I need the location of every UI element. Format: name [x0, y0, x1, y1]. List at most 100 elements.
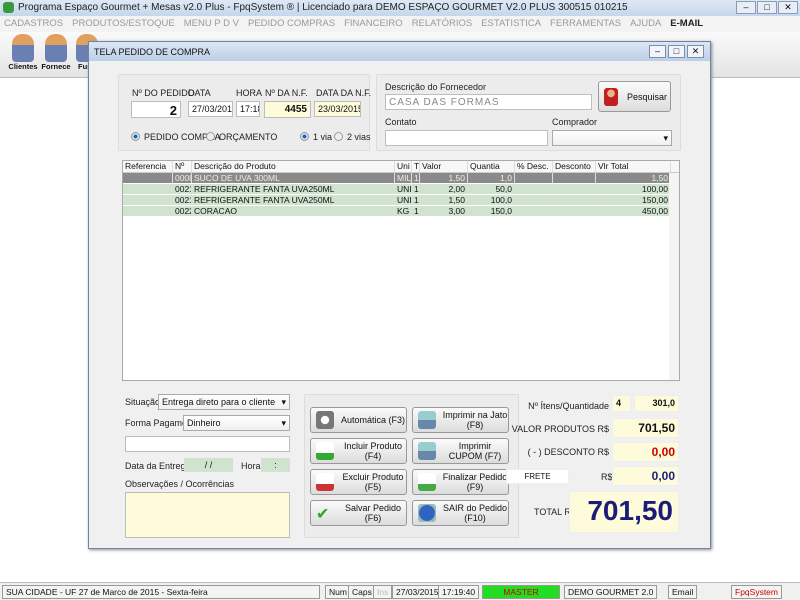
- document-check-icon: [418, 473, 436, 491]
- nf-date-label: DATA DA N.F.: [316, 88, 372, 98]
- date-field[interactable]: 27/03/2015: [188, 101, 233, 117]
- radio-2-vias[interactable]: 2 vias: [334, 132, 371, 142]
- print-cupom-button[interactable]: Imprimir CUPOM (F7): [412, 438, 509, 464]
- printer-icon: [418, 442, 436, 460]
- menu-pedido-compras[interactable]: PEDIDO COMPRAS: [248, 18, 335, 30]
- menu-estatistica[interactable]: ESTATISTICA: [481, 18, 541, 30]
- table-cell: 1,50: [420, 195, 468, 205]
- table-cell: 1,50: [420, 173, 468, 183]
- toolbar-fornecedores[interactable]: Fornece: [39, 34, 73, 71]
- radio-orcamento[interactable]: ORÇAMENTO: [206, 132, 277, 142]
- nf-label: Nº DA N.F.: [265, 88, 308, 98]
- menu-cadastros[interactable]: CADASTROS: [4, 18, 63, 30]
- situacao-select[interactable]: Entrega direto para o cliente: [158, 394, 290, 410]
- grid-header-cell[interactable]: Referencia: [123, 161, 173, 172]
- table-cell: UNI: [397, 195, 412, 205]
- order-num-field[interactable]: 2: [131, 101, 181, 118]
- search-button[interactable]: Pesquisar: [598, 81, 671, 112]
- obs-textarea[interactable]: [125, 492, 290, 538]
- menu-pdv[interactable]: MENU P D V: [184, 18, 239, 30]
- status-city: SUA CIDADE - UF 27 de Marco de 2015 - Se…: [2, 585, 320, 599]
- dialog-minimize-button[interactable]: –: [649, 45, 666, 58]
- contact-field[interactable]: [385, 130, 548, 146]
- save-order-button[interactable]: ✔ Salvar Pedido (F6): [310, 500, 407, 526]
- table-cell: [553, 184, 596, 194]
- nf-field[interactable]: 4455: [264, 101, 311, 118]
- grid-header-cell[interactable]: Desconto: [553, 161, 596, 172]
- remove-product-button[interactable]: Excluir Produto (F5): [310, 469, 407, 495]
- table-cell: [553, 206, 596, 216]
- status-email[interactable]: Email: [668, 585, 698, 599]
- produtos-label: VALOR PRODUTOS R$: [511, 424, 609, 434]
- radio-1-via[interactable]: 1 via: [300, 132, 332, 142]
- table-row[interactable]: 0022CORACAOKG13,00150,0 450,00: [123, 206, 679, 217]
- table-cell: [515, 195, 553, 205]
- menu-ferramentas[interactable]: FERRAMENTAS: [550, 18, 621, 30]
- toolbar-clientes[interactable]: Clientes: [6, 34, 40, 71]
- status-time: 17:19:40: [438, 585, 480, 599]
- desconto-value[interactable]: 0,00: [612, 442, 679, 462]
- order-num-label: Nº DO PEDIDO: [132, 88, 195, 98]
- nf-date-field[interactable]: 23/03/2015: [314, 101, 361, 117]
- menu-relatorios[interactable]: RELATÓRIOS: [412, 18, 473, 30]
- menu-produtos[interactable]: PRODUTOS/ESTOQUE: [72, 18, 175, 30]
- arrow-right-icon: [418, 504, 436, 522]
- menu-email[interactable]: E-MAIL: [670, 18, 703, 30]
- dialog-title: TELA PEDIDO DE COMPRA: [89, 42, 710, 61]
- menu-ajuda[interactable]: AJUDA: [630, 18, 661, 30]
- grid-header-cell[interactable]: Descrição do Produto: [192, 161, 395, 172]
- radio-icon: [334, 132, 343, 141]
- table-cell: [515, 184, 553, 194]
- table-cell: 0021: [173, 184, 192, 194]
- button-label: Salvar Pedido (F6): [344, 503, 402, 523]
- button-label: Excluir Produto (F5): [342, 472, 404, 492]
- grid-header-cell[interactable]: Vlr Total: [596, 161, 671, 172]
- button-label: SAIR do Pedido (F10): [442, 503, 508, 523]
- buyer-select[interactable]: [552, 130, 672, 146]
- produtos-value: 701,50: [612, 418, 679, 438]
- grid-scrollbar[interactable]: [669, 173, 679, 380]
- status-company: DEMO GOURMET 2.0: [564, 585, 658, 599]
- obs-label: Observações / Ocorrências: [125, 479, 235, 489]
- time-field[interactable]: 17:18: [236, 101, 260, 117]
- grid-header-cell[interactable]: Quantia: [468, 161, 515, 172]
- dialog-close-button[interactable]: ✕: [687, 45, 704, 58]
- table-row[interactable]: 0021REFRIGERANTE FANTA UVA250MLUNI11,501…: [123, 195, 679, 206]
- dialog-maximize-button[interactable]: □: [668, 45, 685, 58]
- frete-value[interactable]: 0,00: [612, 466, 679, 486]
- close-button[interactable]: ✕: [778, 1, 798, 14]
- grid-header-cell[interactable]: % Desc.: [515, 161, 553, 172]
- automatica-button[interactable]: Automática (F3): [310, 407, 407, 433]
- print-jato-button[interactable]: Imprimir na Jato (F8): [412, 407, 509, 433]
- grid-header-cell[interactable]: Valor: [420, 161, 468, 172]
- status-date: 27/03/2015: [392, 585, 443, 599]
- supplier-icon: [45, 34, 67, 62]
- status-caps: Caps: [348, 585, 376, 599]
- supplier-field[interactable]: CASA DAS FORMAS: [385, 94, 592, 110]
- grid-header: Referencia Nº Descrição do Produto Uni T Valo…: [123, 161, 679, 173]
- table-cell: 2,00: [420, 184, 468, 194]
- table-cell: SUCO DE UVA 300ML: [192, 173, 395, 183]
- maximize-button[interactable]: □: [757, 1, 777, 14]
- extra-field[interactable]: [125, 436, 290, 452]
- pagamento-select[interactable]: Dinheiro: [183, 415, 290, 431]
- exit-order-button[interactable]: SAIR do Pedido (F10): [412, 500, 509, 526]
- grid-header-cell[interactable]: Nº: [173, 161, 192, 172]
- hora-field[interactable]: :: [261, 458, 290, 472]
- table-row[interactable]: 0008SUCO DE UVA 300MLMIL11,501,01,50: [123, 173, 679, 184]
- minimize-button[interactable]: –: [736, 1, 756, 14]
- entrega-field[interactable]: / /: [184, 458, 233, 472]
- person-icon: [604, 87, 618, 106]
- app-title: Programa Espaço Gourmet + Mesas v2.0 Plu…: [18, 2, 628, 13]
- table-cell: REFRIGERANTE FANTA UVA250ML: [192, 195, 395, 205]
- add-product-button[interactable]: Incluir Produto (F4): [310, 438, 407, 464]
- finish-order-button[interactable]: Finalizar Pedido (F9): [412, 469, 509, 495]
- date-label: DATA: [188, 88, 211, 98]
- grid-header-cell[interactable]: T: [412, 161, 420, 172]
- menu-financeiro[interactable]: FINANCEIRO: [344, 18, 403, 30]
- grid-header-cell[interactable]: Uni: [395, 161, 412, 172]
- table-cell: [553, 173, 596, 183]
- status-ins: Ins: [373, 585, 393, 599]
- table-row[interactable]: 0021REFRIGERANTE FANTA UVA250MLUNI12,005…: [123, 184, 679, 195]
- supplier-label: Descrição do Fornecedor: [385, 82, 487, 92]
